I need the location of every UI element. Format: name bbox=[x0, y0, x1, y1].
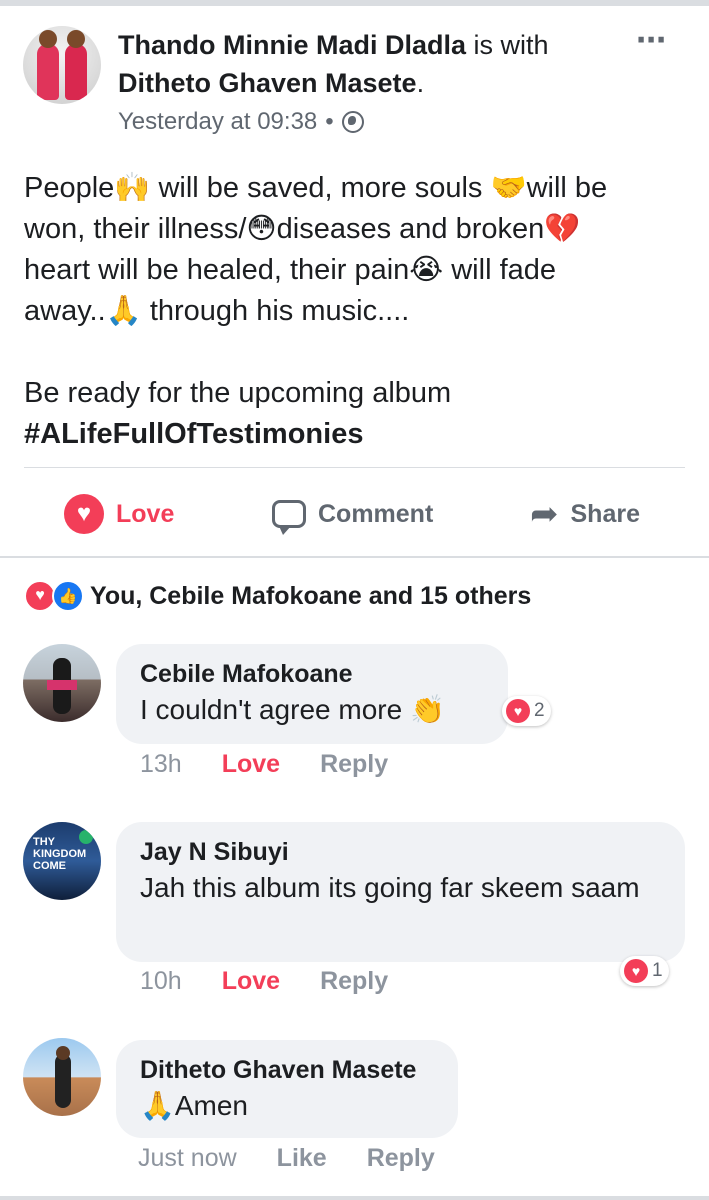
post-text-line: heart will be healed, their pain😭 will f… bbox=[24, 254, 557, 286]
post-text-line: won, their illness/😳diseases and broken💔 bbox=[24, 213, 581, 245]
comment-icon bbox=[272, 500, 306, 535]
comment-love-button[interactable]: Love bbox=[222, 750, 280, 779]
period: . bbox=[416, 68, 425, 98]
post-header: Thando Minnie Madi Dladla is with Dithet… bbox=[118, 26, 628, 102]
reaction-count: 1 bbox=[652, 960, 663, 981]
avatar-child-left bbox=[37, 30, 59, 100]
heart-icon: ♥ bbox=[624, 959, 648, 983]
commenter-avatar[interactable]: THY KINGDOM COME bbox=[23, 822, 101, 900]
commenter-avatar[interactable] bbox=[23, 644, 101, 722]
commenter-name[interactable]: Jay N Sibuyi bbox=[140, 836, 661, 868]
thumbs-up-icon: 👍 bbox=[52, 580, 84, 612]
comment-time: 10h bbox=[140, 967, 182, 995]
with-text: is with bbox=[466, 30, 549, 60]
comment-reply-button[interactable]: Reply bbox=[320, 750, 388, 779]
author-name[interactable]: Thando Minnie Madi Dladla bbox=[118, 30, 466, 60]
share-icon: ➦ bbox=[530, 495, 559, 533]
comment-text: I couldn't agree more 👏 bbox=[140, 694, 445, 725]
share-label: Share bbox=[570, 499, 640, 528]
comment-actions: Just now Like Reply bbox=[138, 1144, 475, 1173]
comment-bubble: Ditheto Ghaven Masete 🙏Amen bbox=[116, 1040, 458, 1138]
reactions-summary-text: You, Cebile Mafokoane and 15 others bbox=[90, 581, 532, 610]
section-separator bbox=[0, 556, 709, 558]
love-button[interactable]: ♥ Love bbox=[64, 492, 174, 536]
comment-bubble: Cebile Mafokoane I couldn't agree more 👏 bbox=[116, 644, 508, 744]
post-text-line: away..🙏 through his music.... bbox=[24, 295, 410, 327]
reaction-count: 2 bbox=[534, 700, 545, 721]
commenter-avatar[interactable] bbox=[23, 1038, 101, 1116]
top-divider bbox=[0, 0, 709, 6]
comment-reply-button[interactable]: Reply bbox=[320, 967, 388, 996]
post-meta: Yesterday at 09:38 • bbox=[118, 108, 364, 136]
comment-like-button[interactable]: Like bbox=[277, 1144, 327, 1173]
comment-time: Just now bbox=[138, 1144, 237, 1172]
comment-time: 13h bbox=[140, 750, 182, 778]
bottom-divider bbox=[0, 1196, 709, 1200]
comment-actions: 10h Love Reply bbox=[140, 967, 428, 996]
comment-label: Comment bbox=[318, 499, 434, 528]
comment-love-button[interactable]: Love bbox=[222, 967, 280, 996]
meta-separator: • bbox=[325, 108, 334, 135]
commenter-name[interactable]: Ditheto Ghaven Masete bbox=[140, 1054, 434, 1086]
more-options-icon[interactable]: ⋯ bbox=[636, 26, 668, 56]
comment-reply-button[interactable]: Reply bbox=[367, 1144, 435, 1173]
reactions-summary[interactable]: ♥ 👍 You, Cebile Mafokoane and 15 others bbox=[24, 580, 531, 612]
love-label: Love bbox=[116, 499, 175, 528]
globe-icon bbox=[341, 111, 364, 133]
post-body: People🙌 will be saved, more souls 🤝will … bbox=[24, 168, 684, 455]
tagged-user[interactable]: Ditheto Ghaven Masete bbox=[118, 68, 417, 98]
post-text-line: People🙌 will be saved, more souls 🤝will … bbox=[24, 172, 608, 204]
commenter-name[interactable]: Cebile Mafokoane bbox=[140, 658, 484, 690]
heart-icon: ♥ bbox=[64, 494, 104, 534]
comment-button[interactable]: Comment bbox=[272, 492, 433, 536]
comment-actions: 13h Love Reply bbox=[140, 750, 428, 779]
post-text-line: Be ready for the upcoming album bbox=[24, 377, 452, 409]
comment-reaction-count[interactable]: ♥ 2 bbox=[502, 696, 551, 726]
comment-reaction-count[interactable]: ♥ 1 bbox=[620, 956, 669, 986]
share-button[interactable]: ➦ Share bbox=[530, 492, 640, 536]
hashtag-link[interactable]: #ALifeFullOfTestimonies bbox=[24, 414, 684, 455]
comment-text: Jah this album its going far skeem saam bbox=[140, 872, 640, 903]
comment-text: 🙏Amen bbox=[140, 1090, 249, 1121]
heart-icon: ♥ bbox=[506, 699, 530, 723]
comment-bubble: Jay N Sibuyi Jah this album its going fa… bbox=[116, 822, 685, 962]
author-avatar[interactable] bbox=[23, 26, 101, 104]
post-timestamp[interactable]: Yesterday at 09:38 bbox=[118, 108, 317, 136]
post-divider bbox=[24, 467, 685, 468]
avatar-child-right bbox=[65, 30, 87, 100]
